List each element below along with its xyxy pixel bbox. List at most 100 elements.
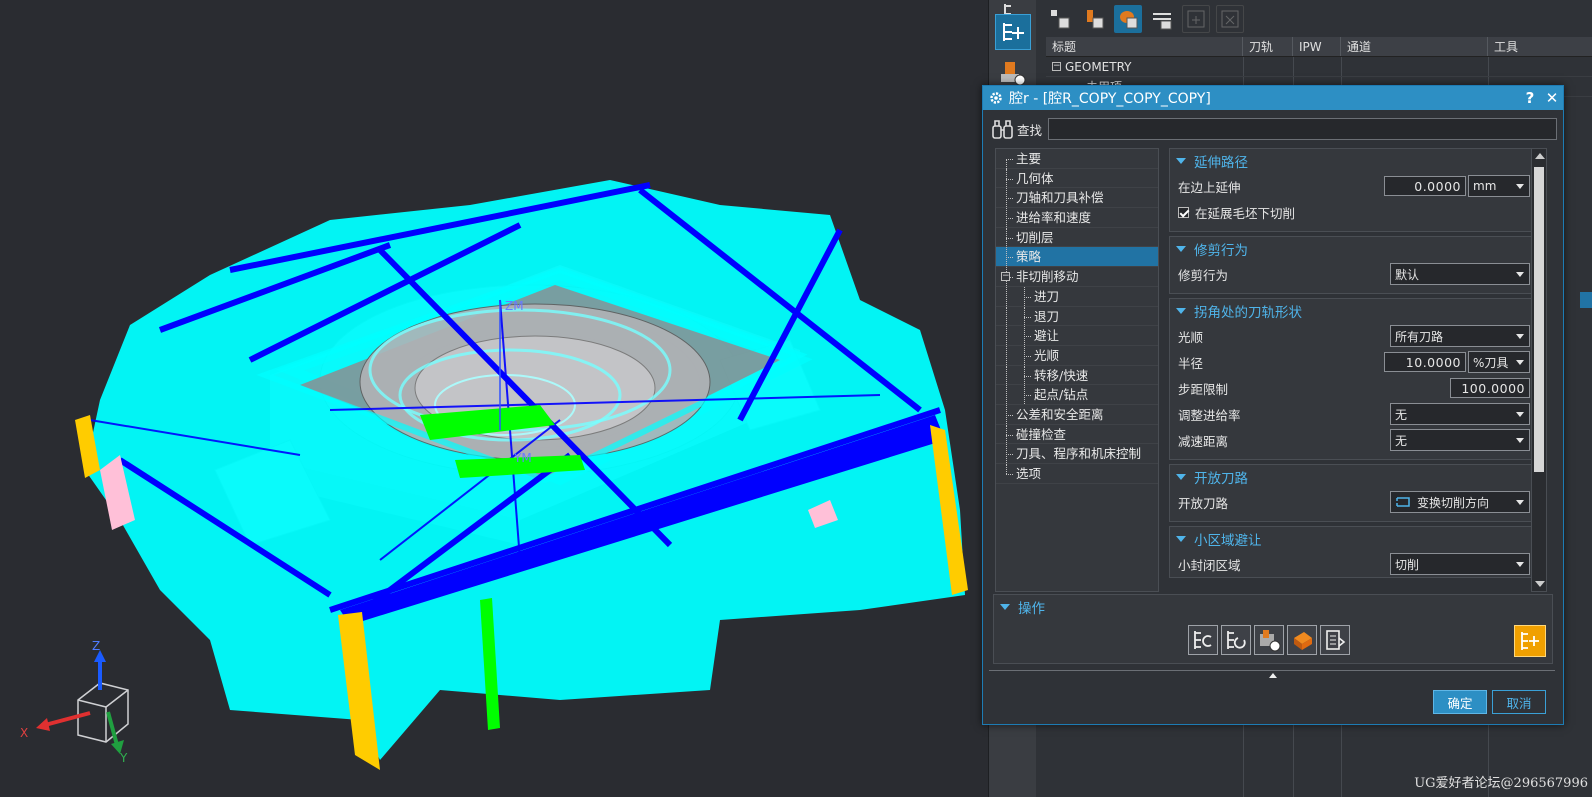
tree-item-label: 几何体 <box>1016 170 1054 186</box>
tree-item-label: 刀具、程序和机床控制 <box>1016 446 1142 462</box>
tree-item[interactable]: 策略 <box>996 247 1158 268</box>
cavity-mill-dialog: 腔r - [腔R_COPY_COPY_COPY] ? ✕ 查找 主要 几何体刀轴和… <box>982 85 1564 725</box>
collapse-triangle-icon <box>1176 536 1186 542</box>
group-trim: 修剪行为 修剪行为 默认 <box>1169 236 1539 294</box>
column-channel[interactable]: 通道 <box>1341 37 1488 56</box>
program-order-view-button[interactable] <box>1046 5 1074 33</box>
tree-item[interactable]: 切削层 <box>996 227 1158 248</box>
find-input[interactable] <box>1048 118 1557 140</box>
tree-item[interactable]: 起点/钻点 <box>996 385 1158 405</box>
tree-item[interactable]: 退刀 <box>996 306 1158 327</box>
strip-operation-navigator-button[interactable] <box>995 14 1031 50</box>
binoculars-icon <box>992 120 1013 139</box>
settings-tree: 主要 几何体刀轴和刀具补偿 进给率和速度 切削层 策略 − 非切削移动 进刀 退刀避让 光顺转移/… <box>995 148 1159 592</box>
small-area-value: 切削 <box>1395 557 1420 572</box>
operations-header[interactable]: 操作 <box>994 595 1045 619</box>
tree-item[interactable]: 碰撞检查 <box>996 424 1158 445</box>
column-tool[interactable]: 工具 <box>1488 37 1592 56</box>
small-area-row: 小封闭区域 切削 <box>1170 551 1538 577</box>
find-label: 查找 <box>1017 122 1043 138</box>
collapse-triangle-icon <box>1176 308 1186 314</box>
group-trim-header[interactable]: 修剪行为 <box>1170 237 1538 261</box>
delete-group-button[interactable] <box>1216 5 1244 33</box>
tree-item[interactable]: 公差和安全距离 <box>996 404 1158 425</box>
extend-unit-select[interactable]: mm <box>1468 175 1530 197</box>
smooth-select[interactable]: 所有刀路 <box>1390 325 1530 347</box>
ok-button[interactable]: 确定 <box>1433 690 1487 714</box>
tree-item-label: 转移/快速 <box>1034 367 1089 383</box>
verify-icon <box>1260 630 1281 652</box>
triad-y-label: Y <box>119 751 128 765</box>
tree-item[interactable]: 避让 <box>996 326 1158 346</box>
tree-item[interactable]: 刀具、程序和机床控制 <box>996 444 1158 464</box>
column-toolpath[interactable]: 刀轨 <box>1243 37 1293 56</box>
radius-unit-select[interactable]: %刀具 <box>1468 351 1530 373</box>
tree-item[interactable]: 光顺 <box>996 345 1158 366</box>
extend-on-edge-input[interactable]: 0.0000 <box>1384 176 1466 196</box>
cancel-button[interactable]: 取消 <box>1492 690 1546 714</box>
collapse-triangle-icon <box>1176 158 1186 164</box>
graphics-viewport[interactable]: ZM YM Z X Y <box>0 0 988 797</box>
generate-operation-highlight-button[interactable] <box>1514 625 1546 657</box>
group-title: 修剪行为 <box>1194 243 1248 259</box>
collapse-triangle-icon <box>1000 604 1010 610</box>
collapse-icon[interactable]: − <box>1001 272 1010 282</box>
cut-below-blank-checkbox[interactable] <box>1178 206 1189 218</box>
scroll-down-icon[interactable] <box>1535 581 1545 587</box>
generate-icon <box>1194 631 1212 649</box>
simulate-icon <box>1294 632 1312 650</box>
slowdown-select[interactable]: 无 <box>1390 429 1530 451</box>
verify-button[interactable] <box>1254 625 1284 655</box>
small-area-select[interactable]: 切削 <box>1390 553 1530 575</box>
group-corner-header[interactable]: 拐角处的刀轨形状 <box>1170 299 1538 323</box>
tree-item[interactable]: 转移/快速 <box>996 365 1158 386</box>
adjust-feed-select[interactable]: 无 <box>1390 403 1530 425</box>
help-button[interactable]: ? <box>1519 89 1541 107</box>
step-limit-input[interactable]: 100.0000 <box>1450 378 1530 398</box>
scroll-up-icon[interactable] <box>1535 153 1545 159</box>
create-group-button[interactable] <box>1182 5 1210 33</box>
tree-item[interactable]: 进刀 <box>996 286 1158 307</box>
machine-tool-view-button[interactable] <box>1080 5 1108 33</box>
collapse-up-icon[interactable] <box>1269 673 1277 678</box>
machining-method-view-button[interactable] <box>1148 5 1176 33</box>
scroll-thumb[interactable] <box>1534 167 1544 472</box>
collapse-icon[interactable]: − <box>1052 62 1061 71</box>
tree-item[interactable]: − 非切削移动 <box>996 267 1158 287</box>
generate-button[interactable] <box>1188 625 1218 655</box>
group-extend-path: 延伸路径 在边上延伸 0.0000 mm 在延展毛坯下切削 <box>1169 148 1539 232</box>
list-button[interactable] <box>1320 625 1350 655</box>
dialog-title-bar[interactable]: 腔r - [腔R_COPY_COPY_COPY] ? ✕ <box>983 86 1563 110</box>
close-button[interactable]: ✕ <box>1541 89 1563 107</box>
group-extend-path-header[interactable]: 延伸路径 <box>1170 149 1538 173</box>
geometry-view-button[interactable] <box>1114 5 1142 33</box>
replay-button[interactable] <box>1221 625 1251 655</box>
adjust-feed-label: 调整进给率 <box>1178 407 1241 423</box>
radius-label: 半径 <box>1178 355 1204 371</box>
tree-item-label: 退刀 <box>1034 308 1060 324</box>
zm-axis-label: ZM <box>505 299 524 313</box>
trim-select[interactable]: 默认 <box>1390 263 1530 285</box>
triad-z-label: Z <box>92 639 100 653</box>
cut-below-blank-row[interactable]: 在延展毛坯下切削 <box>1170 199 1538 225</box>
group-open-pass-header[interactable]: 开放刀路 <box>1170 465 1538 489</box>
tree-item[interactable]: 进给率和速度 <box>996 208 1158 228</box>
toolpath-scene: ZM YM Z X Y <box>20 180 968 770</box>
tree-item[interactable]: 几何体 <box>996 168 1158 189</box>
group-title: 拐角处的刀轨形状 <box>1194 305 1302 321</box>
group-small-area-header[interactable]: 小区域避让 <box>1170 527 1538 551</box>
radius-input[interactable]: 10.0000 <box>1384 352 1466 372</box>
open-pass-select[interactable]: 变换切削方向 <box>1390 491 1530 513</box>
tree-item[interactable]: 选项 <box>996 464 1158 484</box>
tree-item-label: 进给率和速度 <box>1016 210 1092 226</box>
tree-item-label: 光顺 <box>1034 347 1060 363</box>
column-title[interactable]: 标题 <box>1046 37 1243 56</box>
tree-item[interactable]: 刀轴和刀具补偿 <box>996 188 1158 209</box>
navigator-row-geometry[interactable]: − GEOMETRY <box>1046 57 1592 77</box>
dialog-collapse-bar[interactable] <box>989 670 1555 682</box>
machine-simulate-button[interactable] <box>1287 625 1317 655</box>
tree-item[interactable]: 主要 <box>996 149 1158 169</box>
extend-unit-value: mm <box>1473 179 1497 193</box>
column-ipw[interactable]: IPW <box>1293 37 1341 56</box>
properties-scrollbar[interactable] <box>1531 148 1547 592</box>
